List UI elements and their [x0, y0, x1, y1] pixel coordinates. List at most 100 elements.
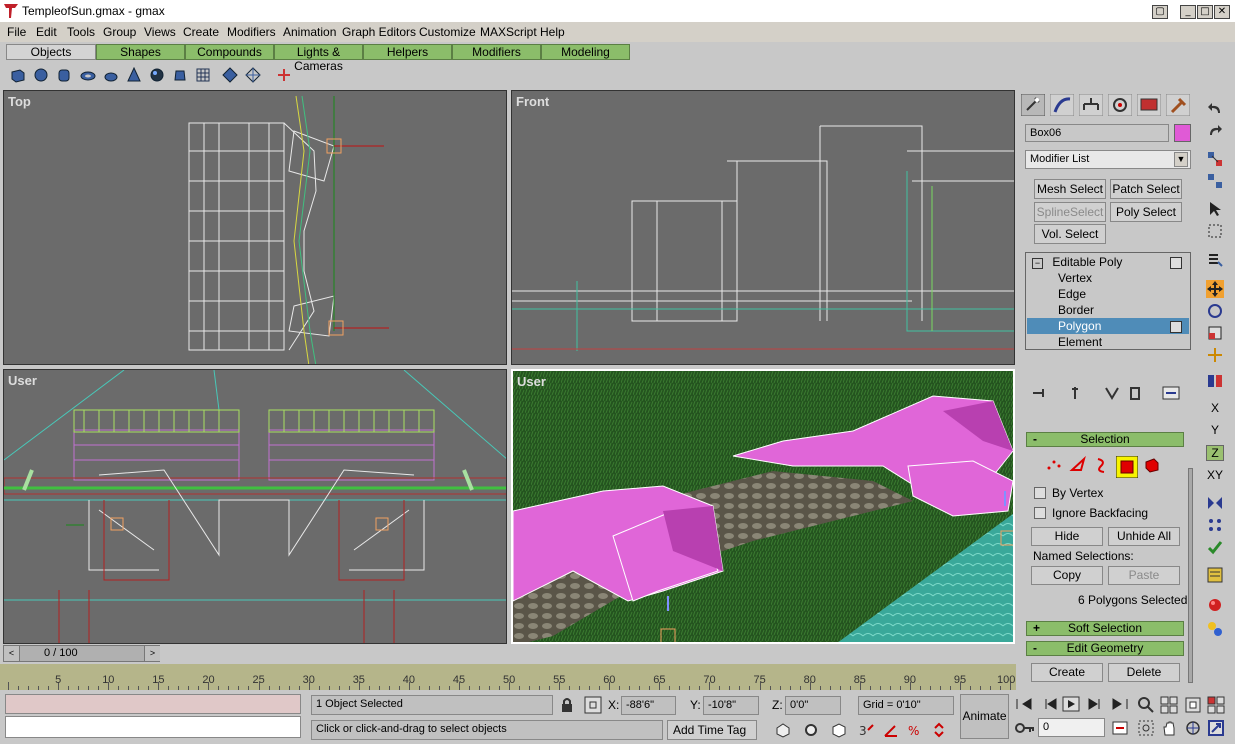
show-end-result-icon[interactable] [1170, 257, 1182, 269]
snap-gear-icon[interactable] [803, 722, 819, 738]
viewport-label-user-shaded[interactable]: User [517, 374, 546, 389]
command-panel-scrollbar[interactable] [1188, 468, 1193, 683]
object-name-field[interactable]: Box06 [1025, 124, 1169, 142]
key-mode-icon[interactable] [1015, 720, 1035, 736]
pivot-center-icon[interactable] [1206, 346, 1224, 364]
menu-create[interactable]: Create [183, 25, 219, 39]
selection-rollout-header[interactable]: - Selection [1026, 432, 1184, 447]
viewport-label-user[interactable]: User [8, 373, 37, 388]
menu-group[interactable]: Group [103, 25, 136, 39]
delete-button[interactable]: Delete [1108, 663, 1180, 682]
spacing-tool-icon[interactable] [222, 67, 238, 83]
menu-edit[interactable]: Edit [36, 25, 57, 39]
animate-button[interactable]: Animate [960, 694, 1009, 739]
time-slider[interactable]: < 0 / 100 > [3, 645, 160, 662]
vol-select-button[interactable]: Vol. Select [1034, 224, 1106, 244]
display-tab-icon[interactable] [1137, 94, 1161, 116]
go-to-start-icon[interactable] [1015, 697, 1033, 711]
add-time-tag-button[interactable]: Add Time Tag [667, 720, 757, 740]
copy-button[interactable]: Copy [1031, 566, 1103, 585]
menu-views[interactable]: Views [144, 25, 176, 39]
edit-geometry-rollout-header[interactable]: - Edit Geometry [1026, 641, 1184, 656]
time-slider-prev-icon[interactable]: < [4, 646, 20, 661]
stack-item-vertex[interactable]: Vertex [1058, 270, 1092, 286]
border-level-icon[interactable] [1092, 456, 1110, 474]
tab-modifiers[interactable]: Modifiers [452, 44, 541, 60]
torus-icon[interactable] [80, 67, 96, 83]
bind-warp-icon[interactable] [276, 67, 292, 83]
array-icon[interactable] [1206, 516, 1224, 534]
plane-grid-icon[interactable] [195, 67, 211, 83]
time-configuration-icon[interactable] [1112, 720, 1128, 736]
paste-button[interactable]: Paste [1108, 566, 1180, 585]
restore-child-button[interactable]: ▢ [1152, 5, 1168, 19]
degradation-override-icon[interactable] [775, 722, 791, 738]
make-unique-icon[interactable] [1104, 386, 1120, 400]
by-vertex-checkbox[interactable] [1034, 487, 1046, 499]
polygon-level-icon[interactable] [1116, 456, 1138, 478]
axis-z-button[interactable]: Z [1206, 445, 1224, 461]
tube-icon[interactable] [103, 67, 119, 83]
menu-modifiers[interactable]: Modifiers [227, 25, 276, 39]
box-icon[interactable] [10, 67, 26, 83]
tab-shapes[interactable]: Shapes [96, 44, 185, 60]
viewport-user-wireframe[interactable]: User [3, 369, 507, 644]
chevron-down-icon[interactable]: ▼ [1174, 152, 1188, 167]
redo-icon[interactable] [1206, 122, 1224, 140]
mesh-select-button[interactable]: Mesh Select [1034, 179, 1106, 199]
stack-item-edge[interactable]: Edge [1058, 286, 1086, 302]
angle-snap-icon[interactable] [883, 722, 899, 738]
close-button[interactable]: ✕ [1214, 5, 1230, 19]
modify-tab-icon[interactable] [1050, 94, 1074, 116]
absolute-mode-icon[interactable] [584, 696, 602, 714]
unhide-all-button[interactable]: Unhide All [1108, 527, 1180, 546]
maximize-button[interactable]: □ [1197, 5, 1213, 19]
motion-tab-icon[interactable] [1108, 94, 1132, 116]
track-view-icon[interactable] [1206, 566, 1224, 584]
selection-region-icon[interactable] [1206, 222, 1224, 240]
viewport-label-front[interactable]: Front [516, 94, 549, 109]
vertex-level-icon[interactable] [1045, 456, 1063, 474]
soft-selection-rollout-header[interactable]: + Soft Selection [1026, 621, 1184, 636]
mirror-selected-icon[interactable] [1206, 494, 1224, 512]
go-to-end-icon[interactable] [1111, 697, 1129, 711]
menu-graph-editors[interactable]: Graph Editors [342, 25, 416, 39]
lock-icon[interactable] [560, 697, 574, 713]
axis-xy-button[interactable]: XY [1204, 468, 1226, 482]
maxscript-input-mini[interactable] [5, 716, 301, 738]
pan-hand-icon[interactable] [1160, 719, 1178, 737]
x-coordinate-field[interactable]: -88'6" [621, 696, 676, 715]
pin-stack-icon[interactable] [1031, 386, 1047, 400]
menu-help[interactable]: Help [540, 25, 565, 39]
material-editor-icon[interactable] [1206, 596, 1224, 614]
current-frame-field[interactable]: 0 [1038, 718, 1105, 737]
select-object-icon[interactable] [1206, 200, 1224, 218]
arc-rotate-icon[interactable] [1184, 719, 1202, 737]
poly-select-button[interactable]: Poly Select [1110, 202, 1182, 222]
y-coordinate-field[interactable]: -10'8" [703, 696, 759, 715]
zoom-icon[interactable] [1137, 696, 1155, 714]
edge-level-icon[interactable] [1069, 456, 1087, 474]
remove-modifier-icon[interactable] [1127, 386, 1143, 400]
stack-item-border[interactable]: Border [1058, 302, 1094, 318]
stack-item-polygon-selected[interactable]: Polygon [1027, 318, 1189, 334]
minimize-button[interactable]: _ [1180, 5, 1196, 19]
min-max-toggle-icon[interactable] [1207, 719, 1225, 737]
stack-item-element[interactable]: Element [1058, 334, 1102, 350]
select-by-name-icon[interactable] [1206, 252, 1224, 270]
z-coordinate-field[interactable]: 0'0" [785, 696, 841, 715]
polygon-highlight-icon[interactable] [1170, 321, 1182, 333]
show-end-result-toggle-icon[interactable] [1067, 386, 1083, 400]
collapse-icon[interactable]: − [1032, 258, 1043, 269]
patch-select-button[interactable]: Patch Select [1110, 179, 1182, 199]
select-and-scale-icon[interactable] [1206, 324, 1224, 342]
tab-lights-cameras[interactable]: Lights & Cameras [274, 44, 363, 73]
maxscript-listener-mini[interactable] [5, 694, 301, 714]
select-and-link-icon[interactable] [1206, 150, 1224, 168]
create-button[interactable]: Create [1031, 663, 1103, 682]
align-icon[interactable] [1206, 538, 1224, 556]
viewport-label-top[interactable]: Top [8, 94, 31, 109]
modifier-list-dropdown[interactable]: Modifier List ▼ [1025, 150, 1191, 169]
zoom-extents-icon[interactable] [1184, 696, 1202, 714]
previous-frame-icon[interactable] [1040, 697, 1058, 711]
